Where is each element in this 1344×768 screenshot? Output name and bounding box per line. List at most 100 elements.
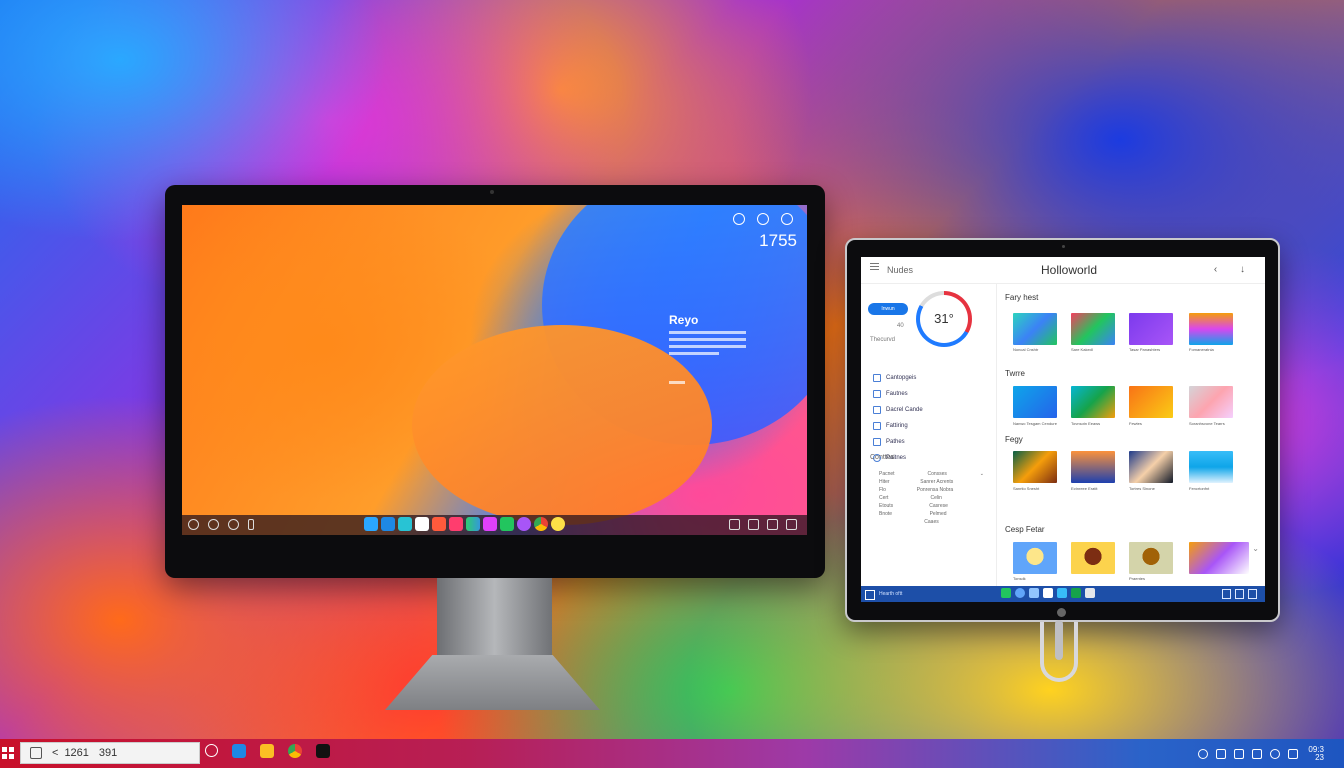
gallery-thumbnail[interactable]	[1189, 542, 1249, 574]
volume-icon[interactable]	[748, 519, 759, 530]
chevron-down-icon[interactable]: ⌄	[1252, 544, 1259, 553]
monitor-dock	[182, 515, 807, 535]
gallery-thumbnail[interactable]	[1071, 386, 1115, 418]
dock-tray	[729, 519, 797, 530]
app-icon-store[interactable]	[1043, 588, 1053, 598]
app-icon-music[interactable]	[415, 517, 429, 531]
sidebar-item[interactable]: Fautnes	[873, 386, 923, 402]
tray-clock: 09:3 23	[1306, 746, 1324, 762]
folder-icon	[873, 390, 881, 398]
tray-date: 23	[1315, 753, 1324, 762]
app-icon-mail[interactable]	[432, 517, 446, 531]
monitor-camera	[490, 190, 494, 194]
notification-icon[interactable]	[786, 519, 797, 530]
wifi-icon[interactable]	[729, 519, 740, 530]
gallery-thumbnail[interactable]	[1129, 451, 1173, 483]
sidebar-item[interactable]: Pathes	[873, 434, 923, 450]
app-icon-browser[interactable]	[1015, 588, 1025, 598]
section-heading: Fary hest	[1005, 293, 1039, 302]
monitor-stand-neck	[437, 578, 552, 658]
gallery-thumbnail[interactable]	[1129, 313, 1173, 345]
wifi-icon[interactable]	[1222, 589, 1231, 599]
gallery-thumbnail[interactable]	[1013, 542, 1057, 574]
thumbnail-caption: Tonsdk	[1013, 576, 1026, 581]
mic-icon[interactable]	[248, 519, 254, 530]
tablet-device: Nudes Holloworld ‹ ↓ Inwun 40 Thecurvd 3…	[845, 238, 1280, 622]
app-icon-files[interactable]	[1001, 588, 1011, 598]
dock-left-icons	[188, 519, 254, 530]
gallery-thumbnail[interactable]	[1013, 451, 1057, 483]
wifi-icon[interactable]	[1270, 749, 1280, 759]
thumbnail-caption: Fencrtonfnt	[1189, 486, 1210, 491]
help-icon[interactable]	[733, 213, 745, 225]
app-icon-terminal[interactable]	[316, 744, 330, 758]
app-icon-maps[interactable]	[466, 517, 480, 531]
gallery-thumbnail[interactable]	[1189, 386, 1233, 418]
app-icon-settings[interactable]	[1085, 588, 1095, 598]
app-icon-chrome[interactable]	[288, 744, 302, 758]
network-icon[interactable]	[1216, 749, 1226, 759]
app-icon-store[interactable]	[449, 517, 463, 531]
app-icon-settings[interactable]	[517, 517, 531, 531]
mini-table: Pacnet Consses ⌄ Hiter Sanrer Acrents Flo Po…	[879, 471, 984, 527]
widget-heading: Reyo	[669, 313, 699, 327]
taskbar-search[interactable]: Hearth oftt	[879, 589, 949, 599]
gallery-thumbnail[interactable]	[1129, 542, 1173, 574]
app-icon-maps[interactable]	[1071, 588, 1081, 598]
app-icon-mail[interactable]	[1029, 588, 1039, 598]
start-icon[interactable]	[865, 590, 875, 600]
app-icon-chrome[interactable]	[534, 517, 548, 531]
tablet-home-button[interactable]	[1057, 608, 1066, 617]
search-input[interactable]: < 1261 391	[20, 742, 200, 764]
gallery-thumbnail[interactable]	[1189, 451, 1233, 483]
volume-icon[interactable]	[1234, 749, 1244, 759]
windows-start-icon[interactable]	[2, 747, 14, 759]
battery-icon[interactable]	[767, 519, 778, 530]
start-icon[interactable]	[188, 519, 199, 530]
tablet-screen: Nudes Holloworld ‹ ↓ Inwun 40 Thecurvd 3…	[861, 257, 1265, 602]
app-icon-xbox[interactable]	[500, 517, 514, 531]
sidebar-item[interactable]: Fattiring	[873, 418, 923, 434]
app-icon-photos[interactable]	[398, 517, 412, 531]
primary-pill-button[interactable]: Inwun	[868, 303, 908, 315]
gallery-thumbnail[interactable]	[1071, 313, 1115, 345]
thumbnail-caption: Praentes	[1129, 576, 1146, 581]
tablet-tray	[1222, 589, 1257, 599]
widget-text-line	[669, 345, 746, 348]
tablet-taskbar: Hearth oftt	[861, 586, 1265, 602]
gauge-value: 31°	[920, 295, 968, 343]
gallery-thumbnail[interactable]	[1071, 542, 1115, 574]
thumbnail-caption: Sare Kakedl	[1071, 347, 1093, 352]
notification-icon[interactable]	[1288, 749, 1298, 759]
battery-icon[interactable]	[1248, 589, 1257, 599]
window-controls[interactable]: ‹ ↓	[1214, 264, 1255, 275]
clock-icon[interactable]	[757, 213, 769, 225]
gallery-thumbnail[interactable]	[1013, 313, 1057, 345]
gallery-thumbnail[interactable]	[1129, 386, 1173, 418]
gallery-thumbnail[interactable]	[1189, 313, 1233, 345]
sidebar-item[interactable]: Cantopgeis	[873, 370, 923, 386]
app-icon-outlook[interactable]	[232, 744, 246, 758]
system-tray: 09:3 23	[1198, 746, 1324, 762]
app-icon-clock[interactable]	[205, 744, 218, 757]
thumbnail-caption: Tortres Sinone	[1129, 486, 1155, 491]
gallery-thumbnail[interactable]	[1071, 451, 1115, 483]
battery-icon[interactable]	[1252, 749, 1262, 759]
hamburger-menu-icon[interactable]	[870, 266, 879, 267]
app-icon-photos[interactable]	[1057, 588, 1067, 598]
volume-icon[interactable]	[1235, 589, 1244, 599]
gallery-content: Fary hest Noncal Cnshtr Sare Kakedl Tasa…	[1001, 283, 1265, 586]
sidebar-item[interactable]: Dacrel Cande	[873, 402, 923, 418]
app-icon-mail[interactable]	[260, 744, 274, 758]
clock-icon[interactable]	[1198, 749, 1208, 759]
thumbnail-caption: Nanwo Tesgam Cendure	[1013, 421, 1057, 426]
globe-icon[interactable]	[228, 519, 239, 530]
gallery-thumbnail[interactable]	[1013, 386, 1057, 418]
search-icon[interactable]	[208, 519, 219, 530]
power-icon[interactable]	[781, 213, 793, 225]
app-icon-files[interactable]	[364, 517, 378, 531]
monitor-screen: 1755 Reyo	[182, 205, 807, 535]
app-icon-notes[interactable]	[551, 517, 565, 531]
app-icon-chat[interactable]	[483, 517, 497, 531]
app-icon-browser[interactable]	[381, 517, 395, 531]
